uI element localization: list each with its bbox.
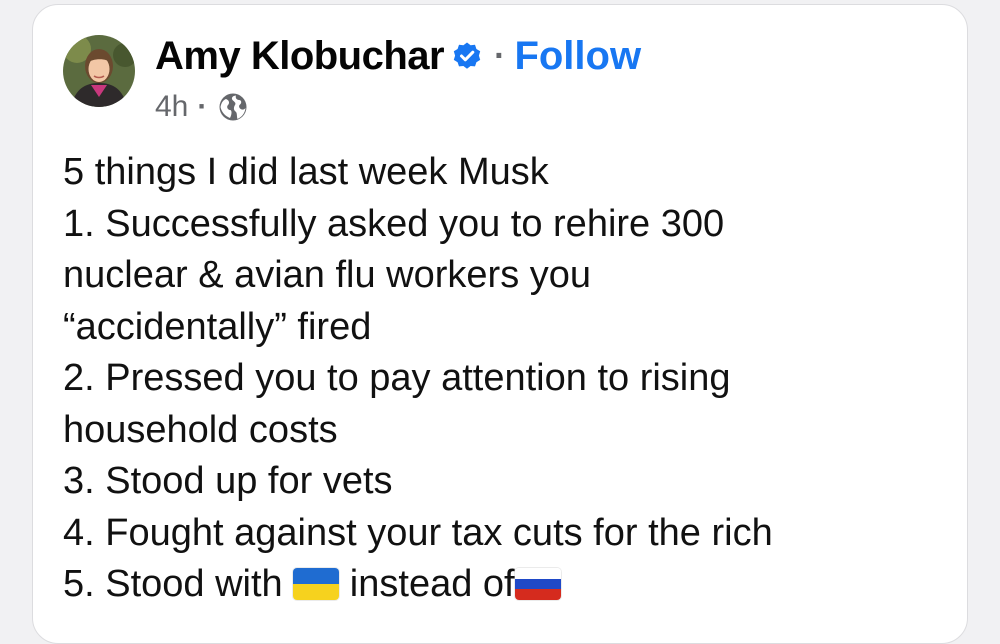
post-line-item-1c: “accidentally” fired bbox=[63, 305, 372, 348]
post-line-item-5: 5. Stood with instead of bbox=[63, 559, 943, 611]
post-timestamp[interactable]: 4h bbox=[155, 90, 188, 124]
verified-badge-icon bbox=[452, 41, 482, 71]
post-line-item-1b: nuclear & avian flu workers you bbox=[63, 254, 592, 296]
follow-button[interactable]: Follow bbox=[514, 34, 641, 79]
post-line-item-3: 3. Stood up for vets bbox=[63, 460, 393, 502]
post-line-item-5-prefix: 5. Stood with bbox=[63, 563, 294, 605]
post-meta: 4h · bbox=[155, 89, 249, 125]
post-line-item-4: 4. Fought against your tax cuts for the … bbox=[63, 511, 773, 554]
avatar[interactable] bbox=[63, 35, 135, 107]
meta-separator: · bbox=[197, 90, 208, 123]
follow-separator: · bbox=[494, 36, 506, 75]
ukraine-flag-icon bbox=[293, 568, 340, 600]
author-header: Amy Klobuchar · Follow bbox=[155, 31, 641, 81]
globe-icon[interactable] bbox=[217, 91, 249, 123]
avatar-image bbox=[63, 35, 135, 107]
post-line-item-2b: household costs bbox=[63, 408, 338, 451]
post-line-item-5-middle: instead of bbox=[339, 563, 515, 605]
post-line-item-2a: 2. Pressed you to pay attention to risin… bbox=[63, 357, 731, 399]
post-line-intro: 5 things I did last week Musk bbox=[63, 151, 549, 193]
post-card: Amy Klobuchar · Follow 4h · 5 things I d… bbox=[32, 4, 968, 644]
russia-flag-icon bbox=[514, 568, 561, 600]
author-name[interactable]: Amy Klobuchar bbox=[155, 34, 445, 79]
post-line-item-1a: 1. Successfully asked you to rehire 300 bbox=[63, 202, 725, 245]
post-text: 5 things I did last week Musk 1. Success… bbox=[63, 147, 943, 611]
